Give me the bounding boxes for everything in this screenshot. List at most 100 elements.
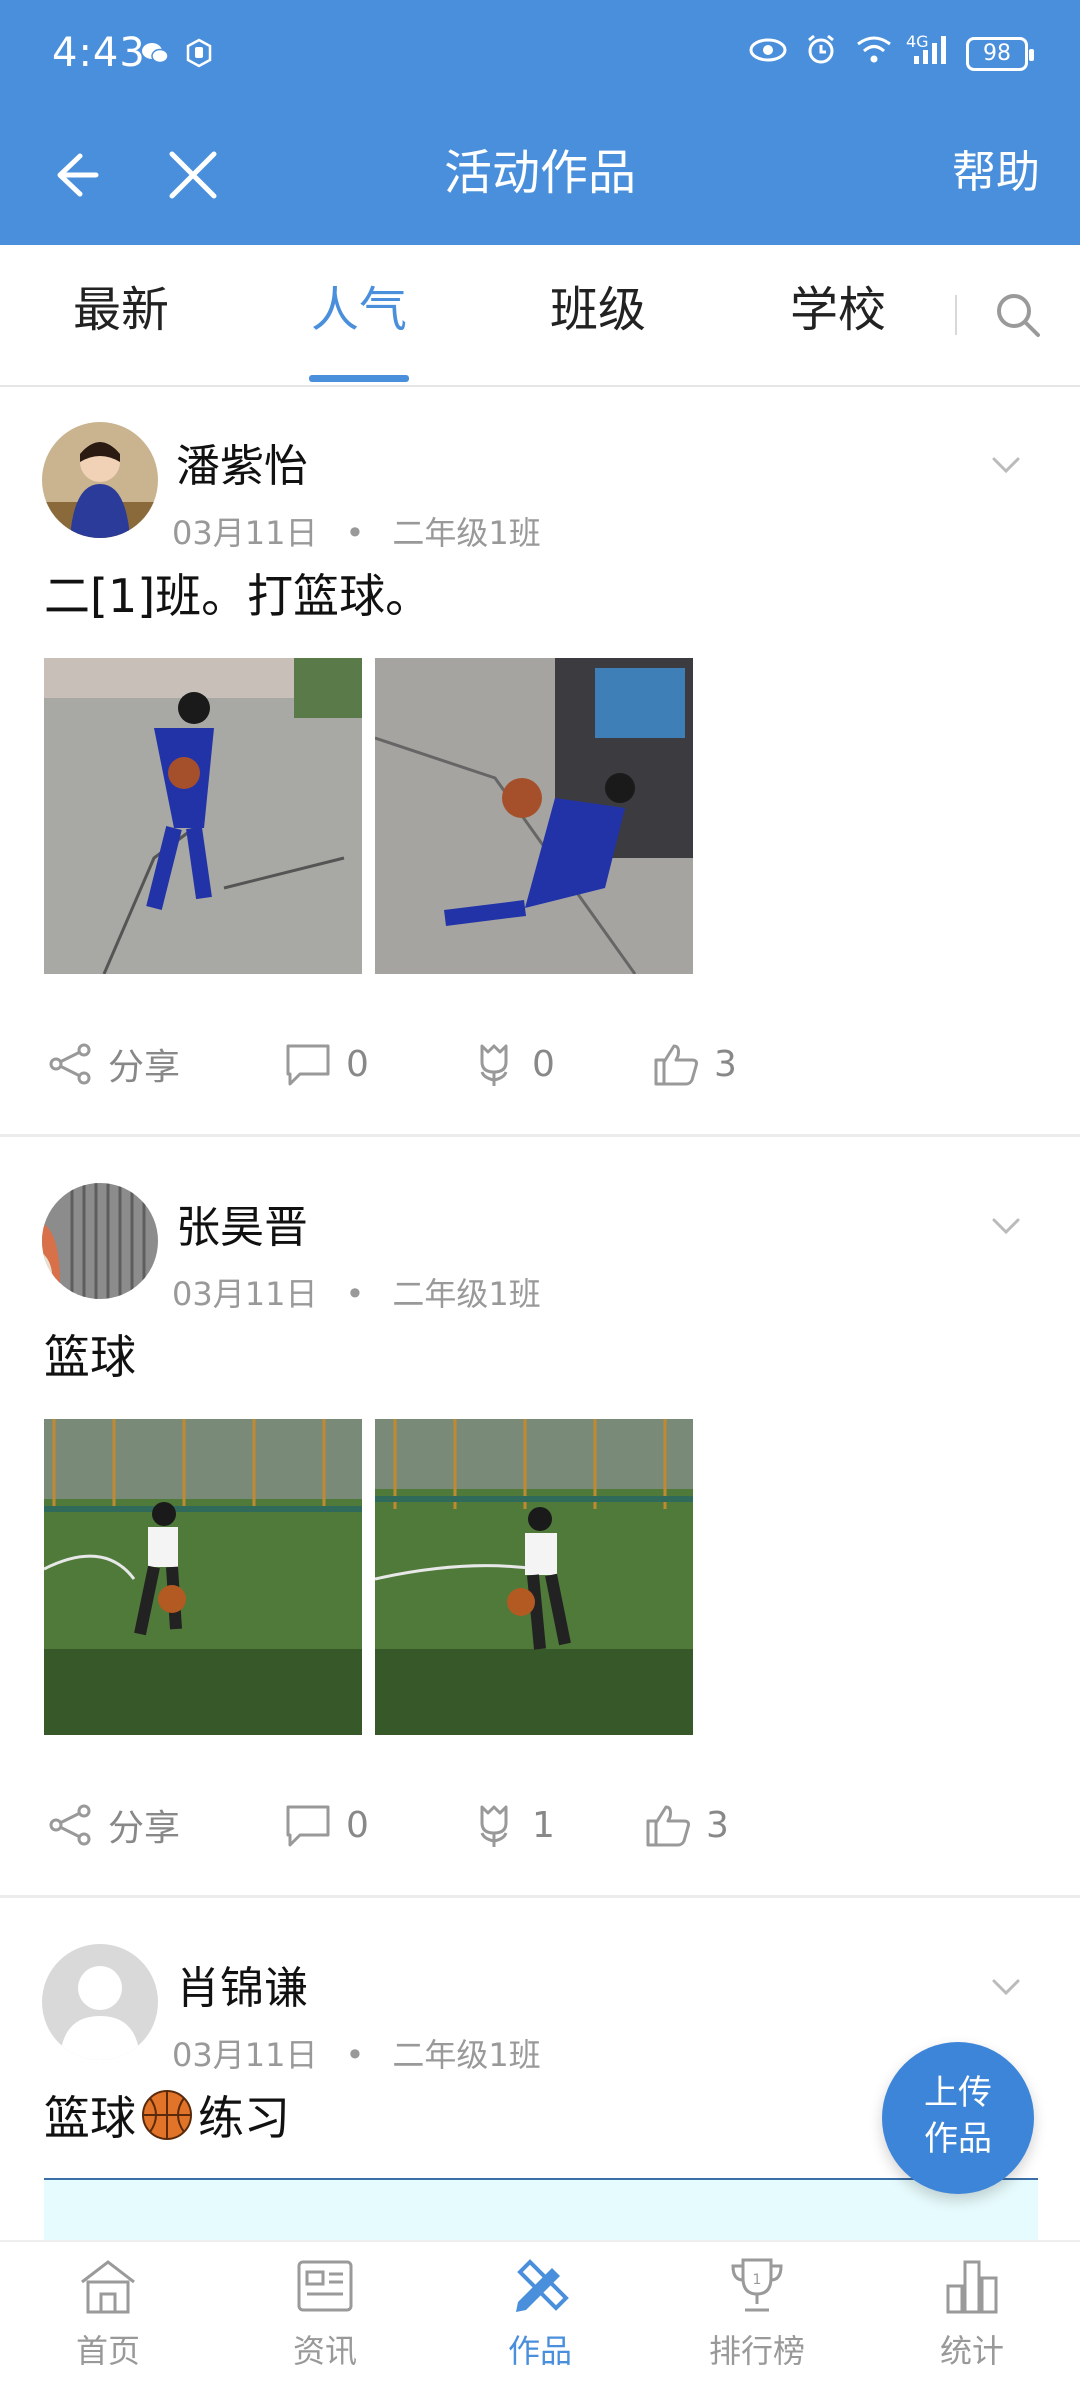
- flower-icon: [480, 1044, 508, 1086]
- tab-class[interactable]: 班级: [498, 245, 698, 385]
- status-bar: 4:43 4G 98: [0, 0, 1080, 110]
- comment-icon: [286, 1044, 330, 1086]
- post-photo[interactable]: [375, 658, 693, 974]
- title-bar: 活动作品 帮助: [0, 110, 1080, 245]
- nav-stats-label: 统计: [939, 2332, 1004, 2370]
- chevron-down-icon: [992, 1979, 1020, 1996]
- search-icon: [997, 294, 1040, 337]
- upload-label-line2: 作品: [924, 2119, 992, 2159]
- wifi-icon: [854, 32, 894, 75]
- nav-news-label: 资讯: [292, 2332, 357, 2370]
- post-author: 肖锦谦: [176, 1963, 308, 2014]
- tab-popular[interactable]: 人气: [259, 245, 459, 385]
- meta-dot: •: [345, 2036, 365, 2074]
- like-button[interactable]: 3: [644, 1785, 729, 1865]
- post-date: 03月11日: [172, 514, 318, 552]
- basketball-icon: [142, 2090, 192, 2140]
- share-icon: [49, 1804, 91, 1846]
- comment-icon: [286, 1805, 330, 1847]
- share-button[interactable]: 分享: [46, 1024, 180, 1104]
- tab-bar: 最新 人气 班级 学校: [0, 245, 1080, 387]
- meta-dot: •: [345, 514, 365, 552]
- chevron-down-icon: [992, 457, 1020, 474]
- flower-button[interactable]: 1: [470, 1785, 555, 1865]
- post-photo[interactable]: [44, 1419, 362, 1735]
- status-right-icons: 4G 98: [748, 32, 1034, 75]
- app-header: 4:43 4G 98 活动作品 帮助: [0, 0, 1080, 245]
- trophy-icon: 1: [731, 2258, 783, 2312]
- post-text: 二[1]班。打篮球。: [44, 569, 432, 623]
- post-menu-button[interactable]: [986, 450, 1026, 480]
- post-photo[interactable]: [44, 658, 362, 974]
- alarm-icon: [804, 32, 838, 75]
- comment-button[interactable]: 0: [284, 1024, 369, 1104]
- post-class: 二年级1班: [392, 2036, 541, 2074]
- post-date: 03月11日: [172, 2036, 318, 2074]
- upload-label-line1: 上传: [924, 2073, 992, 2113]
- thumbs-up-icon: [654, 1044, 698, 1086]
- nav-stats[interactable]: 统计: [892, 2254, 1052, 2382]
- post-author: 潘紫怡: [176, 441, 308, 492]
- post-menu-button[interactable]: [986, 1972, 1026, 2002]
- status-time: 4:43: [52, 30, 146, 76]
- status-notification-icons: [140, 38, 214, 68]
- meta-dot: •: [345, 1275, 365, 1313]
- post-separator: [0, 1895, 1080, 1898]
- share-icon: [49, 1043, 91, 1085]
- post-author: 张昊晋: [176, 1202, 308, 1253]
- post-menu-button[interactable]: [986, 1211, 1026, 1241]
- nav-home[interactable]: 首页: [28, 2254, 188, 2382]
- post-card: 张昊晋 03月11日 • 二年级1班 篮球 分享 0 1 3: [0, 1151, 1080, 1895]
- share-button[interactable]: 分享: [46, 1785, 180, 1865]
- post-meta: 03月11日 • 二年级1班: [172, 1269, 541, 1315]
- nav-ranking[interactable]: 1 排行榜: [677, 2254, 837, 2382]
- post-separator: [0, 1134, 1080, 1137]
- active-tab-indicator: [309, 375, 409, 382]
- share-label: 分享: [108, 1808, 181, 1849]
- tab-divider: [955, 295, 957, 335]
- nav-works[interactable]: 作品: [460, 2254, 620, 2382]
- post-meta: 03月11日 • 二年级1班: [172, 508, 541, 554]
- like-count: 3: [714, 1043, 737, 1085]
- nav-works-label: 作品: [507, 2332, 572, 2370]
- avatar-placeholder[interactable]: [42, 1944, 158, 2060]
- flower-count: 0: [532, 1043, 555, 1085]
- nav-home-label: 首页: [75, 2332, 140, 2370]
- flower-count: 1: [532, 1804, 555, 1846]
- comment-button[interactable]: 0: [284, 1785, 369, 1865]
- hand-icon: [184, 38, 214, 68]
- wechat-icon: [140, 38, 170, 68]
- post-text-part: 篮球: [44, 2091, 136, 2145]
- flower-icon: [480, 1805, 508, 1847]
- news-icon: [297, 2260, 353, 2312]
- nav-news[interactable]: 资讯: [245, 2254, 405, 2382]
- like-button[interactable]: 3: [652, 1024, 737, 1104]
- flower-button[interactable]: 0: [470, 1024, 555, 1104]
- help-button[interactable]: 帮助: [952, 138, 1040, 208]
- post-photo[interactable]: [375, 1419, 693, 1735]
- like-count: 3: [706, 1804, 729, 1846]
- post-actions: 分享 0 0 3: [0, 1024, 1080, 1104]
- post-text: 篮球: [44, 1330, 136, 1384]
- stats-icon: [946, 2260, 998, 2314]
- post-meta: 03月11日 • 二年级1班: [172, 2030, 541, 2076]
- comment-count: 0: [346, 1043, 369, 1085]
- post-date: 03月11日: [172, 1275, 318, 1313]
- eye-icon: [748, 34, 788, 74]
- avatar[interactable]: [42, 422, 158, 538]
- thumbs-up-icon: [646, 1805, 690, 1847]
- avatar[interactable]: [42, 1183, 158, 1299]
- post-text-part: 练习: [198, 2091, 290, 2145]
- tab-school[interactable]: 学校: [738, 245, 938, 385]
- chevron-down-icon: [992, 1218, 1020, 1235]
- nav-ranking-label: 排行榜: [708, 2332, 805, 2370]
- tab-latest[interactable]: 最新: [21, 245, 221, 385]
- post-class: 二年级1班: [392, 1275, 541, 1313]
- post-text: 篮球 练习: [44, 2082, 290, 2148]
- upload-work-button[interactable]: 上传 作品: [882, 2042, 1034, 2194]
- post-class: 二年级1班: [392, 514, 541, 552]
- page-title: 活动作品: [443, 145, 636, 201]
- share-label: 分享: [108, 1047, 181, 1088]
- comment-count: 0: [346, 1804, 369, 1846]
- search-button[interactable]: [990, 287, 1046, 343]
